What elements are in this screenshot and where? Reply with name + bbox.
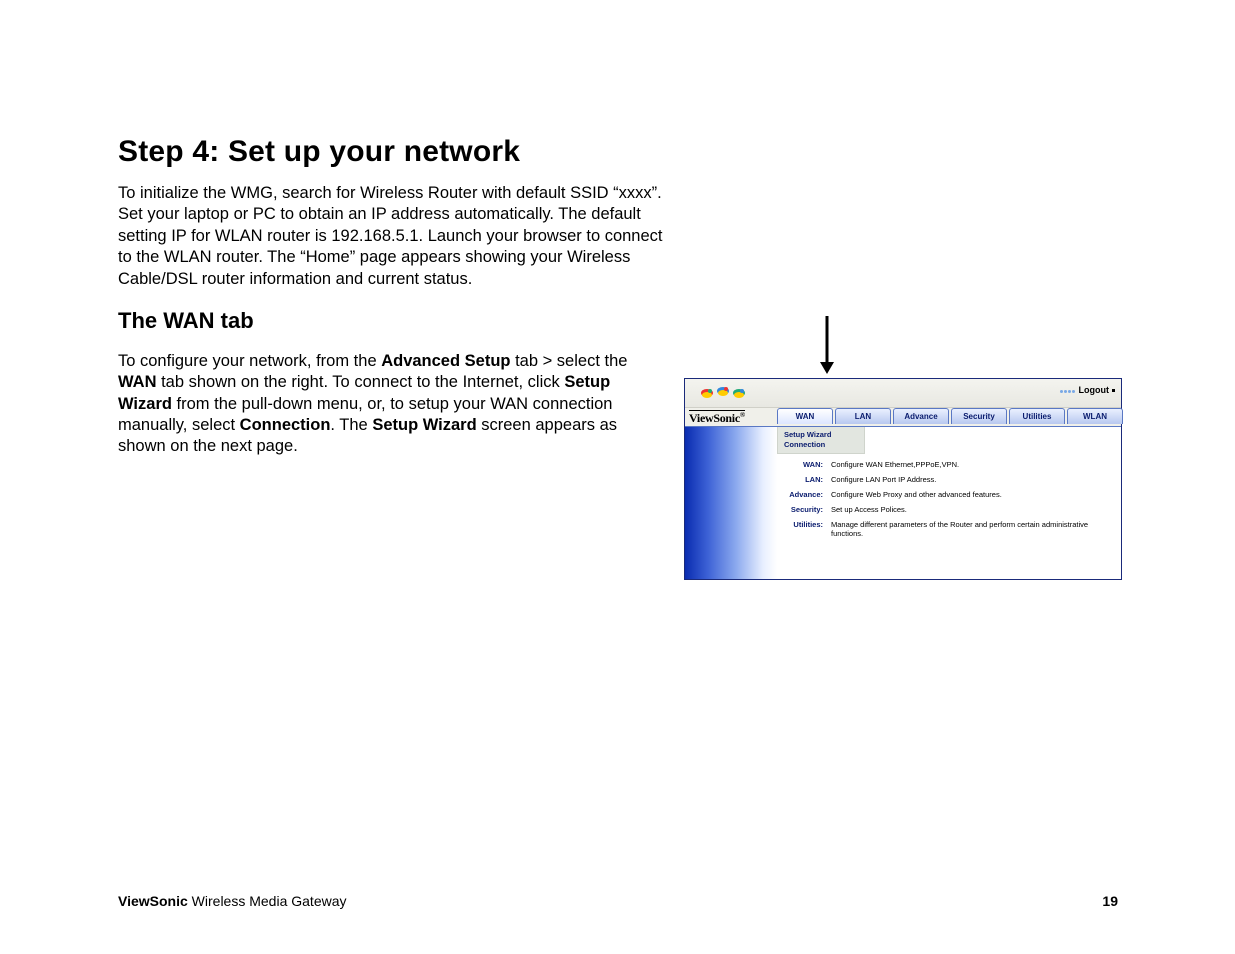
viewsonic-birds-icon xyxy=(693,381,763,403)
tab-wan[interactable]: WAN xyxy=(777,408,833,424)
intro-paragraph: To initialize the WMG, search for Wirele… xyxy=(118,183,678,290)
text-span: tab > select the xyxy=(510,352,627,370)
document-page: Step 4: Set up your network To initializ… xyxy=(0,0,1235,954)
footer-left: ViewSonic Wireless Media Gateway xyxy=(118,893,347,909)
list-item: Utilities: Manage different parameters o… xyxy=(777,517,1117,541)
item-desc: Configure LAN Port IP Address. xyxy=(831,475,1117,484)
list-item: LAN: Configure LAN Port IP Address. xyxy=(777,472,1117,487)
item-label: WAN: xyxy=(777,460,831,469)
item-desc: Configure Web Proxy and other advanced f… xyxy=(831,490,1117,499)
page-number: 19 xyxy=(1102,893,1118,909)
tab-security[interactable]: Security xyxy=(951,408,1007,424)
bold-text: WAN xyxy=(118,373,157,391)
tab-wlan[interactable]: WLAN xyxy=(1067,408,1123,424)
page-footer: ViewSonic Wireless Media Gateway 19 xyxy=(118,893,1118,909)
list-item: Security: Set up Access Polices. xyxy=(777,502,1117,517)
tab-lan[interactable]: LAN xyxy=(835,408,891,424)
bold-text: Connection xyxy=(240,416,331,434)
item-desc: Manage different parameters of the Route… xyxy=(831,520,1117,538)
router-tabs: WAN LAN Advance Security Utilities WLAN xyxy=(777,408,1123,424)
item-label: LAN: xyxy=(777,475,831,484)
text-span: . The xyxy=(330,416,372,434)
tab-advance[interactable]: Advance xyxy=(893,408,949,424)
brand-text: ViewSonic xyxy=(689,411,740,425)
router-admin-screenshot: Logout ViewSonic® WAN LAN Advance Securi… xyxy=(684,378,1122,580)
tab-utilities[interactable]: Utilities xyxy=(1009,408,1065,424)
viewsonic-wordmark: ViewSonic® xyxy=(689,410,745,426)
registered-mark: ® xyxy=(740,411,745,419)
wan-submenu[interactable]: Setup Wizard Connection xyxy=(777,427,865,454)
footer-product: Wireless Media Gateway xyxy=(188,893,347,909)
bold-text: Advanced Setup xyxy=(381,352,510,370)
list-item: WAN: Configure WAN Ethernet,PPPoE,VPN. xyxy=(777,457,1117,472)
router-main: Setup Wizard Connection WAN: Configure W… xyxy=(777,427,1121,579)
body-paragraph: To configure your network, from the Adva… xyxy=(118,351,658,458)
list-item: Advance: Configure Web Proxy and other a… xyxy=(777,487,1117,502)
router-description-list: WAN: Configure WAN Ethernet,PPPoE,VPN. L… xyxy=(777,457,1117,541)
item-label: Advance: xyxy=(777,490,831,499)
item-label: Security: xyxy=(777,505,831,514)
step-title: Step 4: Set up your network xyxy=(118,135,1118,169)
logout-link[interactable]: Logout xyxy=(1060,385,1116,396)
router-body: Setup Wizard Connection WAN: Configure W… xyxy=(685,427,1121,579)
submenu-connection[interactable]: Connection xyxy=(784,440,858,450)
text-span: To configure your network, from the xyxy=(118,352,381,370)
router-topbar: Logout xyxy=(685,379,1121,408)
section-heading: The WAN tab xyxy=(118,308,1118,334)
router-left-gradient xyxy=(685,427,777,579)
router-tabs-row: ViewSonic® WAN LAN Advance Security Util… xyxy=(685,408,1121,427)
item-desc: Configure WAN Ethernet,PPPoE,VPN. xyxy=(831,460,1117,469)
bold-text: Setup Wizard xyxy=(372,416,476,434)
item-desc: Set up Access Polices. xyxy=(831,505,1117,514)
logout-label: Logout xyxy=(1079,385,1110,395)
logout-dots-icon xyxy=(1060,386,1076,396)
text-span: tab shown on the right. To connect to th… xyxy=(157,373,565,391)
submenu-setup-wizard[interactable]: Setup Wizard xyxy=(784,430,858,440)
footer-brand: ViewSonic xyxy=(118,893,188,909)
logout-square-icon xyxy=(1112,389,1115,392)
item-label: Utilities: xyxy=(777,520,831,538)
